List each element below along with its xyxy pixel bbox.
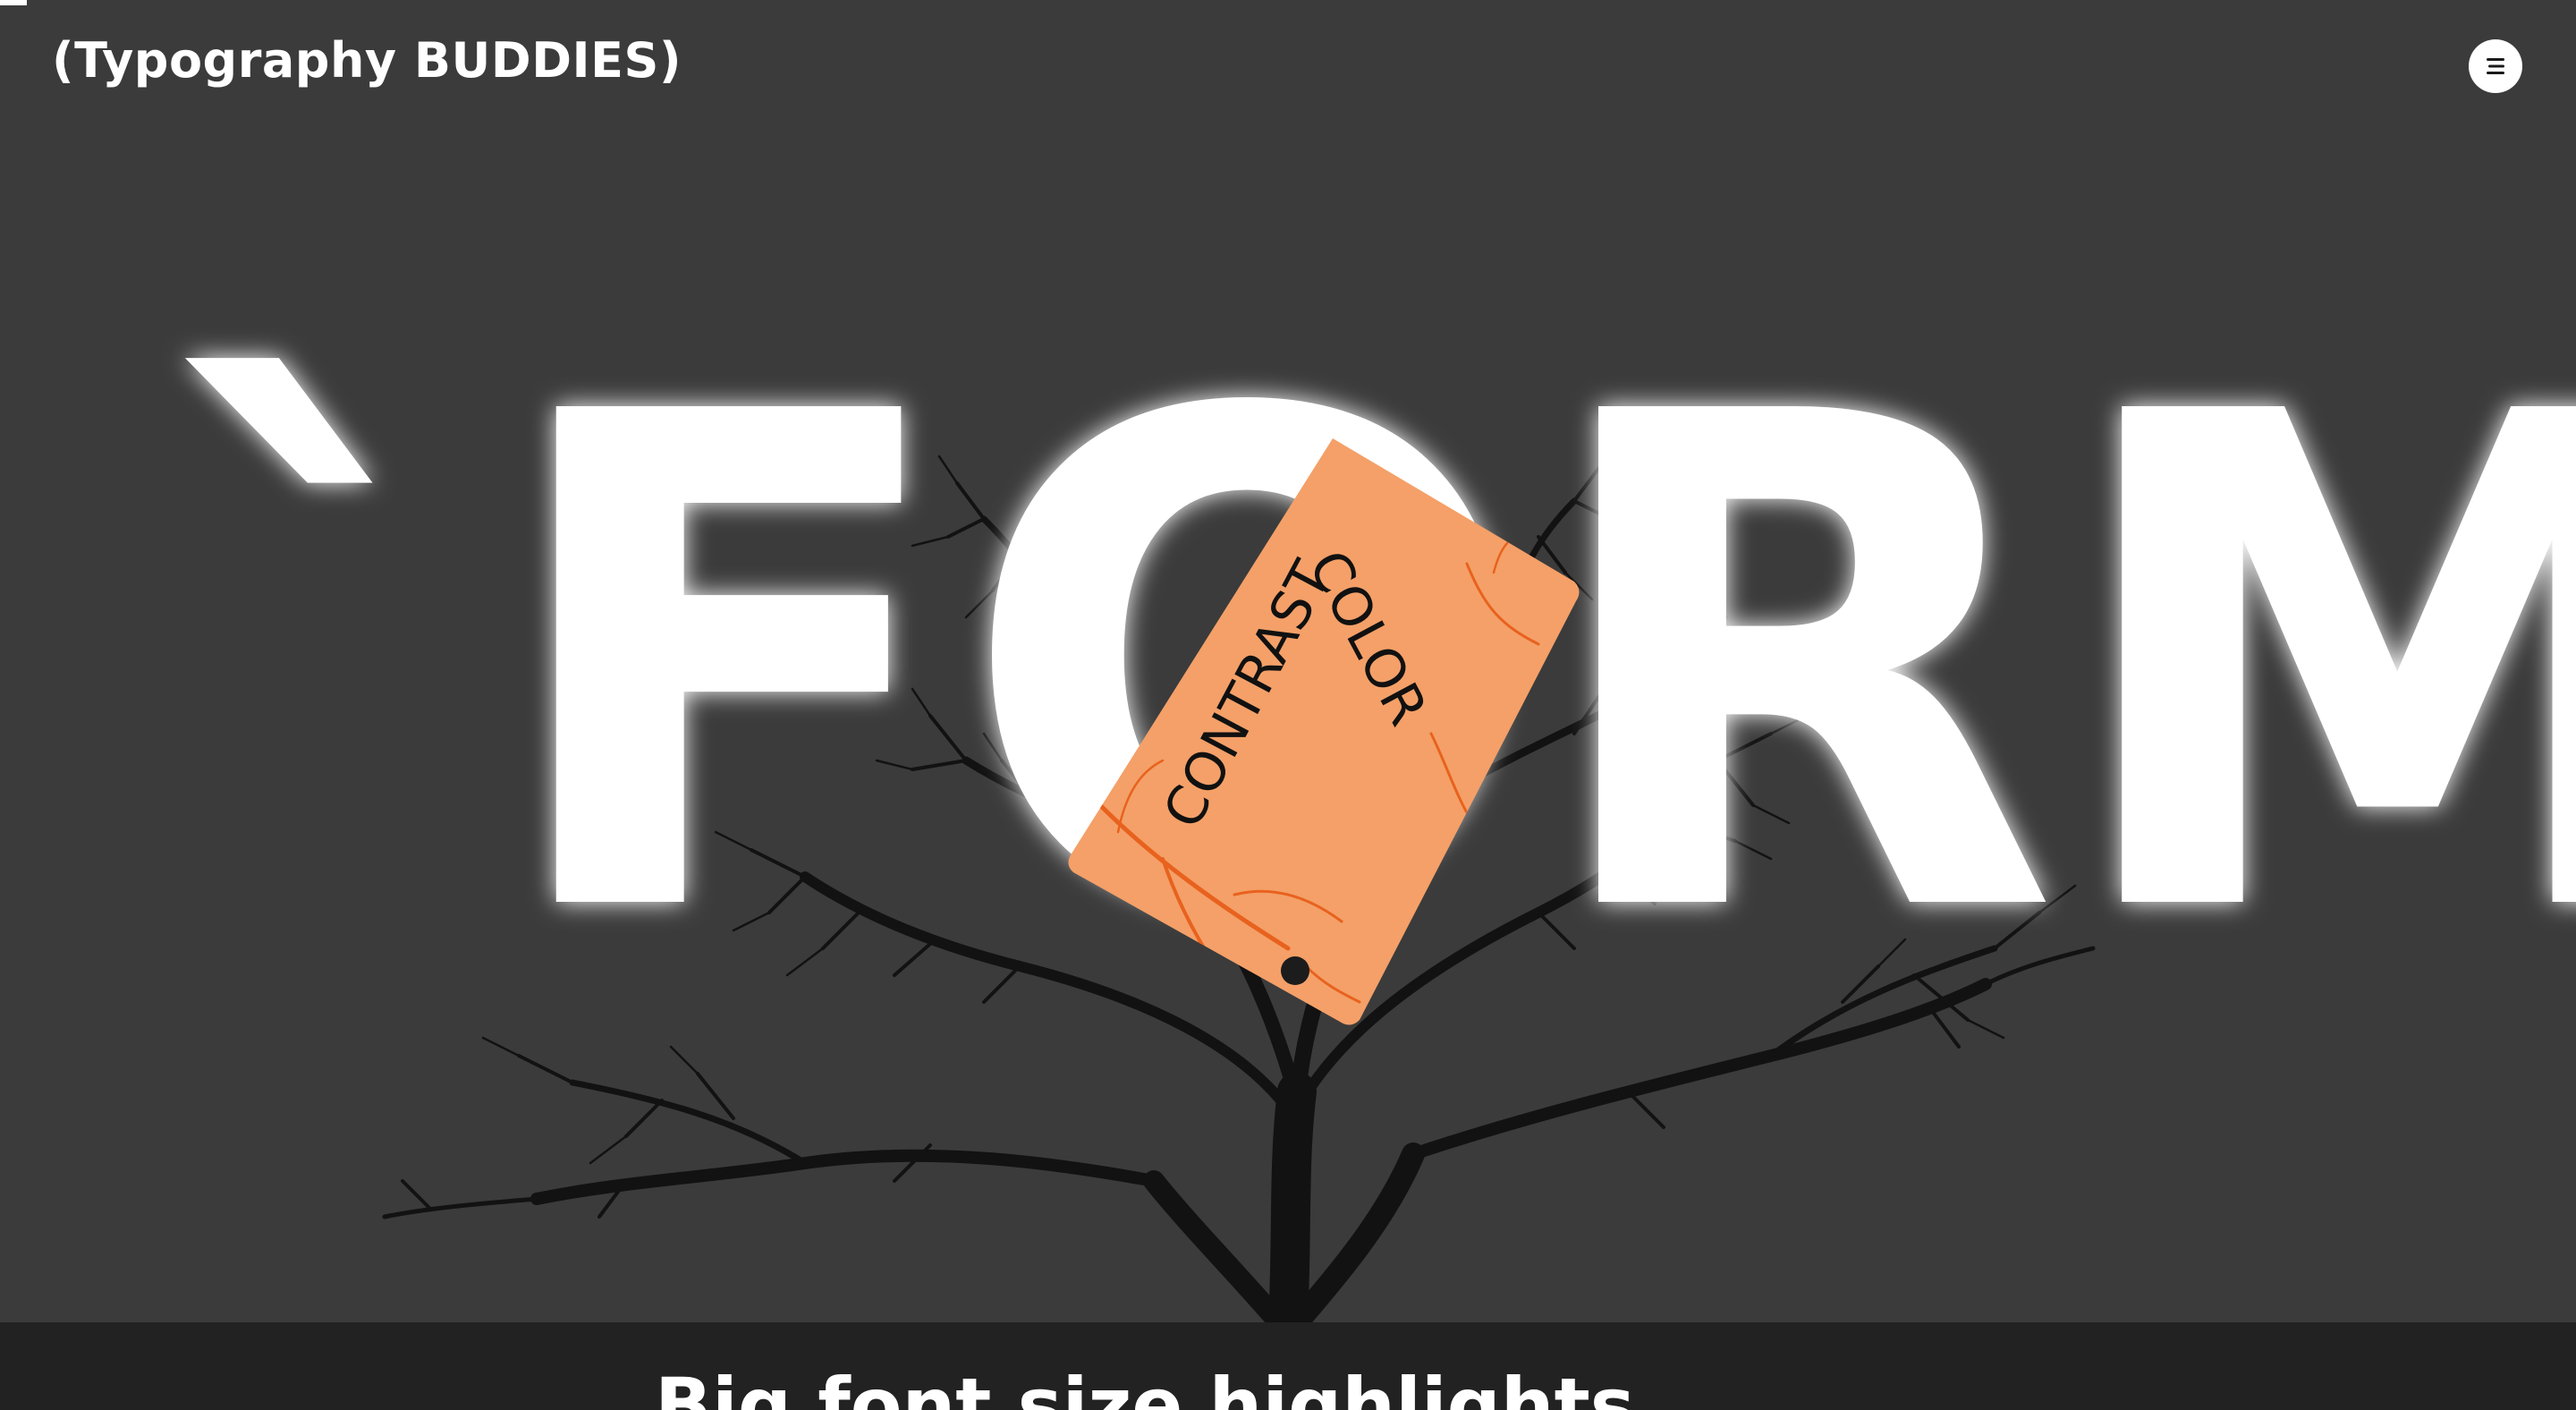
page: `FORM COLOR CONTRAST (T [0,0,2576,1410]
menu-icon [2487,58,2504,74]
corner-mark [0,0,27,5]
brand-logo[interactable]: (Typography BUDDIES) [52,32,682,89]
hero-canvas: `FORM COLOR CONTRAST [154,272,2576,1322]
menu-button[interactable] [2469,39,2522,93]
section-band: Big font size highlights [0,1322,2576,1410]
section-title: Big font size highlights [655,1362,1635,1410]
hero: `FORM COLOR CONTRAST [0,0,2576,1322]
